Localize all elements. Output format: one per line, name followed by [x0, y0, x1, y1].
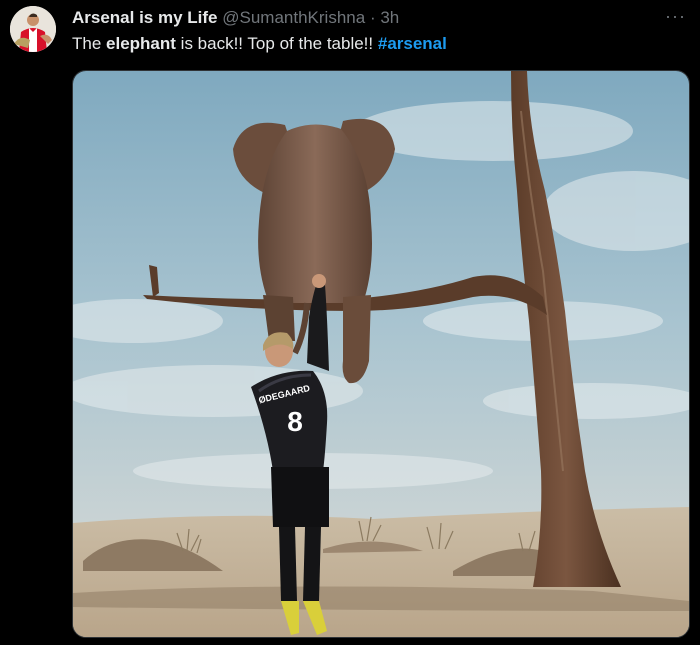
display-name[interactable]: Arsenal is my Life — [72, 8, 218, 27]
tweet-text: The elephant is back!! Top of the table!… — [72, 33, 447, 55]
tweet-text-start: The — [72, 34, 107, 53]
tweet-text-bold: elephant — [106, 34, 176, 53]
avatar-image — [10, 6, 56, 52]
media-illustration: ØDEGAARD 8 — [73, 71, 689, 637]
tweet[interactable]: Arsenal is my Life @SumanthKrishna · 3h … — [0, 0, 700, 645]
tweet-media-image[interactable]: ØDEGAARD 8 — [72, 70, 690, 638]
player-shorts — [271, 467, 329, 527]
separator-dot: · — [369, 8, 376, 27]
player-hand — [312, 274, 326, 288]
player-leg-left — [279, 527, 297, 601]
user-handle[interactable]: @SumanthKrishna — [222, 8, 365, 27]
tweet-header: Arsenal is my Life @SumanthKrishna · 3h — [72, 7, 399, 29]
hashtag-link[interactable]: #arsenal — [378, 34, 447, 53]
jersey-number: 8 — [287, 406, 303, 437]
more-options-icon[interactable]: ··· — [665, 6, 686, 27]
timestamp[interactable]: 3h — [380, 8, 399, 27]
player-leg-right — [303, 527, 321, 601]
avatar[interactable] — [10, 6, 56, 52]
tweet-text-rest: is back!! Top of the table!! — [175, 34, 378, 53]
